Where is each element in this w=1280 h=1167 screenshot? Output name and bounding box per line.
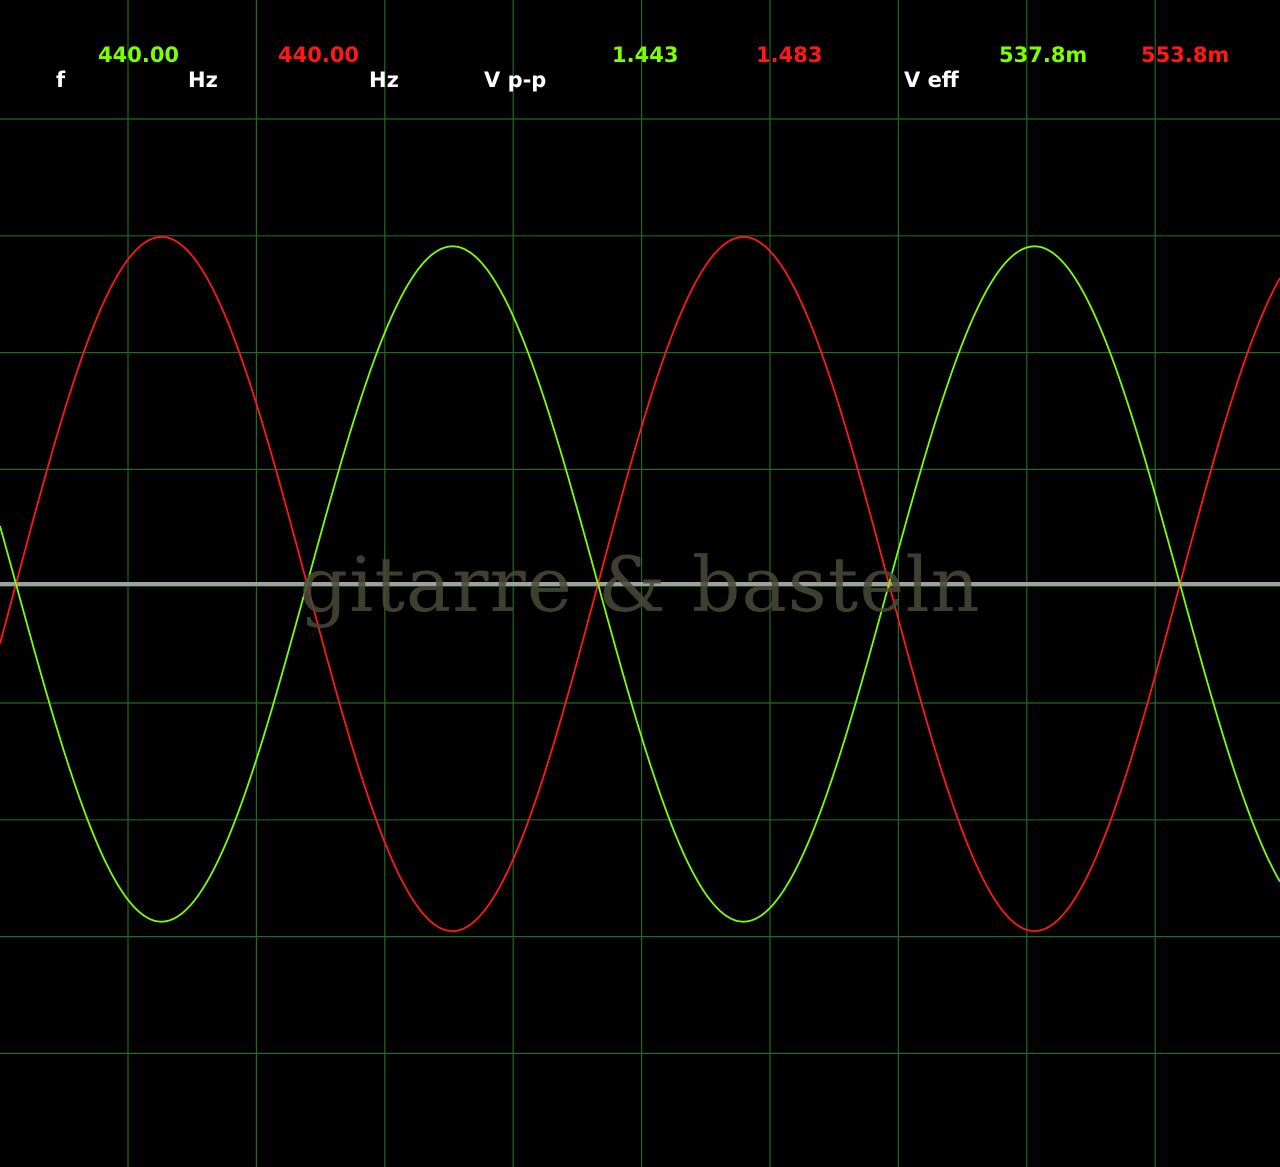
vpp-label: V p-p (484, 68, 547, 92)
ch2-vpp-value: 1.483 (756, 43, 823, 67)
ch1-frequency-value: 440.00 (98, 43, 180, 67)
ch2-veff-value: 553.8m (1141, 43, 1230, 67)
scope-plot-area (0, 0, 1280, 1167)
ch1-vpp-value: 1.443 (612, 43, 679, 67)
oscilloscope-display: gitarre & basteln f 440.00 Hz 440.00 Hz … (0, 0, 1280, 1167)
ch1-veff-value: 537.8m (999, 43, 1088, 67)
ch1-frequency-unit: Hz (188, 68, 218, 92)
ch2-frequency-value: 440.00 (278, 43, 360, 67)
veff-label: V eff (904, 68, 959, 92)
frequency-label: f (56, 68, 66, 92)
ch2-frequency-unit: Hz (369, 68, 399, 92)
